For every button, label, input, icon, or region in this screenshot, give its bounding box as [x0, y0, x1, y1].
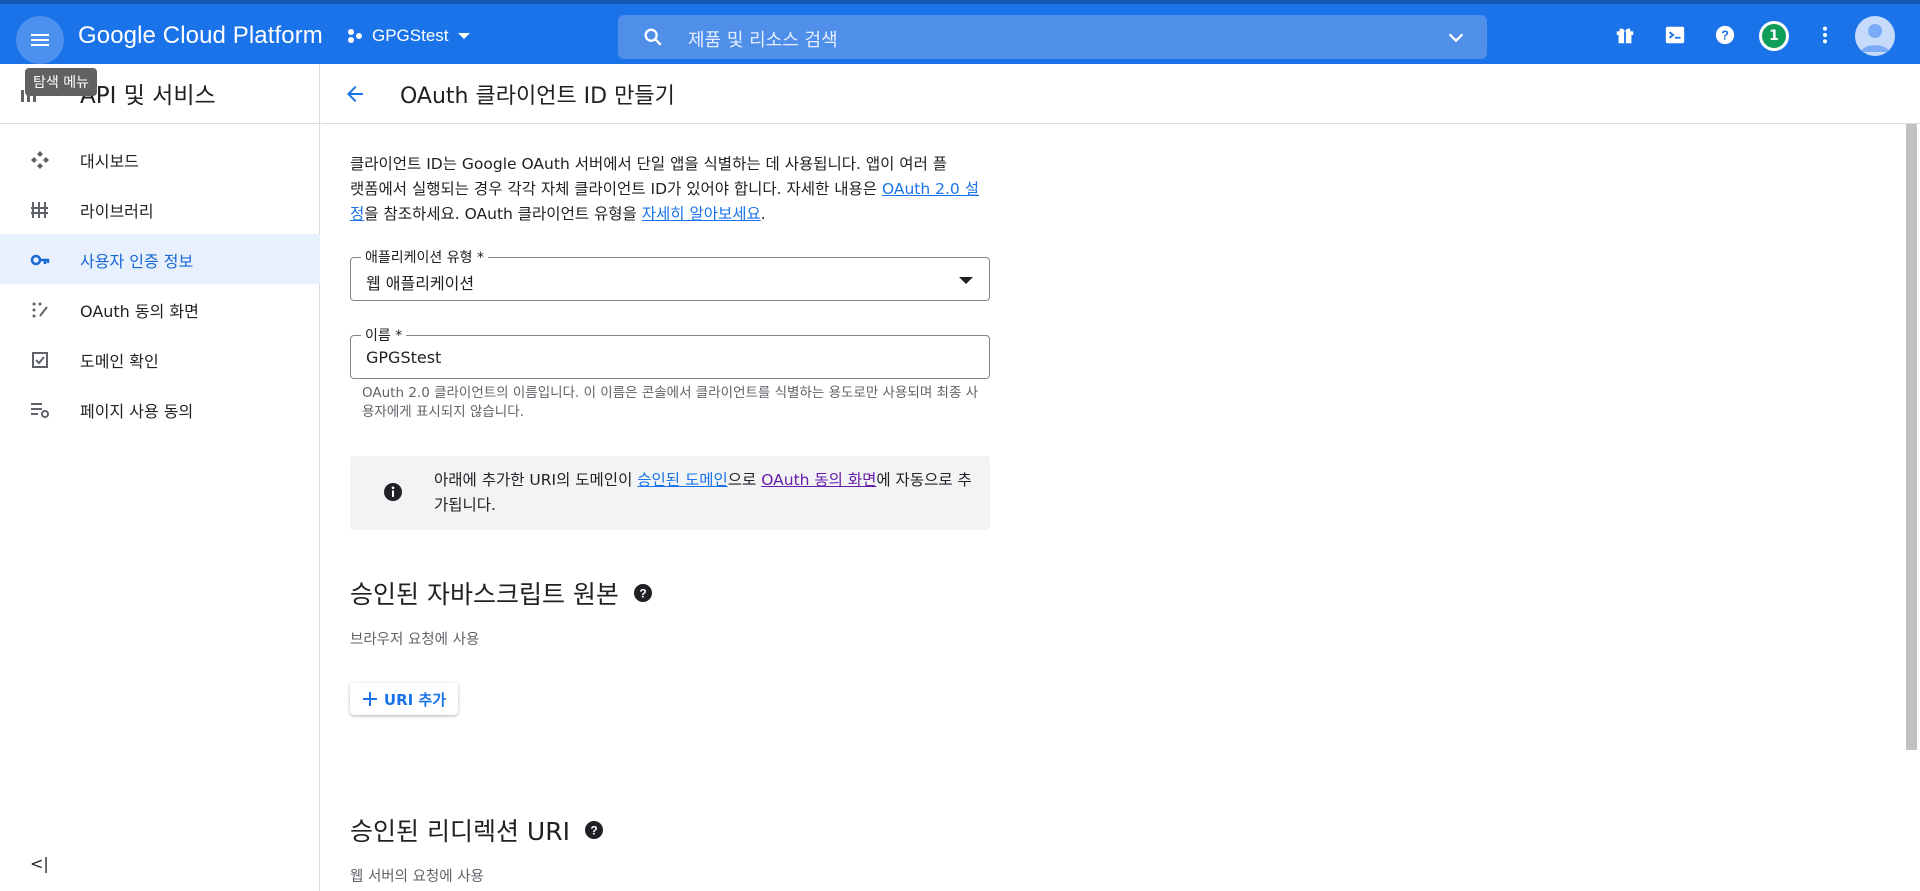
dropdown-arrow-icon: [959, 277, 973, 284]
dashboard-icon: [31, 151, 49, 169]
authorized-domains-link[interactable]: 승인된 도메인: [637, 471, 728, 489]
sidebar-item-library[interactable]: 라이브러리: [0, 184, 320, 234]
key-icon: [30, 254, 50, 266]
add-uri-label: URI 추가: [383, 690, 447, 709]
project-selector[interactable]: GPGStest: [346, 26, 471, 46]
consent-icon: [32, 302, 48, 318]
name-input[interactable]: GPGStest: [366, 348, 441, 367]
menu-icon: [31, 34, 49, 46]
js-origins-subtitle: 브라우저 요청에 사용: [350, 632, 480, 648]
application-type-select[interactable]: 애플리케이션 유형 * 웹 애플리케이션: [350, 247, 990, 301]
application-type-label: 애플리케이션 유형 *: [361, 247, 488, 267]
chevron-down-icon: [457, 33, 470, 39]
js-origins-section-title: 승인된 자바스크립트 원본 ?: [350, 575, 653, 611]
sidebar-item-label: 페이지 사용 동의: [80, 402, 194, 421]
sidebar: API 및 서비스 대시보드 라이브러리 사용자 인증 정보 OAuth 동의 …: [0, 64, 320, 891]
page-header: OAuth 클라이언트 ID 만들기: [321, 64, 1920, 124]
search-icon: [644, 28, 662, 46]
intro-line: .: [760, 205, 766, 223]
project-icon: [348, 29, 362, 43]
oauth-consent-screen-link[interactable]: OAuth 동의 화면: [761, 471, 876, 489]
add-uri-button[interactable]: URI 추가: [350, 683, 458, 715]
settings-list-icon: [31, 403, 49, 418]
search-input[interactable]: 제품 및 리소스 검색: [688, 26, 838, 52]
name-hint: OAuth 2.0 클라이언트의 이름입니다. 이 이름은 콘솔에서 클라이언트…: [362, 385, 979, 420]
sidebar-item-oauth-consent[interactable]: OAuth 동의 화면: [0, 284, 320, 334]
navigation-menu-button[interactable]: [16, 16, 64, 64]
account-avatar[interactable]: [1855, 16, 1895, 56]
help-icon[interactable]: ?: [584, 820, 604, 840]
sidebar-item-credentials[interactable]: 사용자 인증 정보: [0, 234, 320, 284]
sidebar-item-label: 사용자 인증 정보: [80, 252, 194, 271]
info-text-part: 으로: [727, 471, 762, 489]
intro-text: 클라이언트 ID는 Google OAuth 서버에서 단일 앱을 식별하는 데…: [350, 152, 990, 227]
sidebar-title: API 및 서비스: [80, 83, 216, 109]
js-origins-title: 승인된 자바스크립트 원본: [350, 580, 619, 609]
back-arrow-icon[interactable]: [343, 82, 367, 106]
redirect-uris-title: 승인된 리디렉션 URI: [350, 817, 570, 846]
help-icon[interactable]: ?: [1714, 24, 1736, 46]
redirect-uris-subtitle: 웹 서버의 요청에 사용: [350, 869, 484, 885]
page-title: OAuth 클라이언트 ID 만들기: [400, 84, 675, 109]
sidebar-item-label: 라이브러리: [80, 202, 154, 221]
svg-text:?: ?: [590, 824, 597, 838]
sidebar-item-dashboard[interactable]: 대시보드: [0, 134, 320, 184]
navigation-menu-tooltip: 탐색 메뉴: [25, 68, 97, 96]
project-name: GPGStest: [372, 26, 449, 45]
checkbox-icon: [32, 352, 48, 368]
terminal-icon[interactable]: [1664, 24, 1686, 46]
sidebar-item-page-usage-agreements[interactable]: 페이지 사용 동의: [0, 384, 320, 434]
info-text-part: 아래에 추가한 URI의 도메인이: [434, 471, 638, 489]
info-icon: [384, 483, 402, 501]
search-bar[interactable]: 제품 및 리소스 검색: [618, 15, 1487, 59]
collapse-sidebar-button[interactable]: <|: [30, 854, 49, 873]
intro-line: 랫폼에서 실행되는 경우 각각 자체 클라이언트 ID가 있어야 합니다. 자세…: [350, 180, 882, 198]
gift-icon[interactable]: [1614, 24, 1636, 46]
avatar-icon: [1861, 24, 1889, 52]
intro-line: 클라이언트 ID는 Google OAuth 서버에서 단일 앱을 식별하는 데…: [350, 155, 948, 173]
scrollbar-thumb[interactable]: [1906, 124, 1917, 750]
top-app-bar: Google Cloud Platform GPGStest 제품 및 리소스 …: [0, 0, 1920, 64]
svg-text:?: ?: [1721, 28, 1729, 43]
brand-logo[interactable]: Google Cloud Platform: [78, 22, 323, 50]
notification-badge[interactable]: 1: [1759, 21, 1789, 51]
intro-line: 을 참조하세요. OAuth 클라이언트 유형을: [364, 205, 642, 223]
info-text: 아래에 추가한 URI의 도메인이 승인된 도메인으로 OAuth 동의 화면에…: [434, 468, 974, 518]
learn-more-link[interactable]: 자세히 알아보세요: [642, 205, 761, 223]
name-field[interactable]: 이름 * GPGStest: [350, 325, 990, 379]
redirect-uris-section-title: 승인된 리디렉션 URI ?: [350, 812, 604, 848]
sidebar-item-label: 도메인 확인: [80, 352, 159, 371]
search-expand-icon[interactable]: [1445, 27, 1467, 49]
name-label: 이름 *: [361, 325, 407, 345]
plus-icon: [362, 692, 377, 706]
sidebar-item-domain-verification[interactable]: 도메인 확인: [0, 334, 320, 384]
sidebar-item-label: 대시보드: [80, 152, 139, 171]
info-banner: 아래에 추가한 URI의 도메인이 승인된 도메인으로 OAuth 동의 화면에…: [350, 456, 990, 530]
sidebar-item-label: OAuth 동의 화면: [80, 302, 199, 321]
more-vert-icon[interactable]: [1814, 24, 1836, 46]
library-icon: [31, 202, 48, 218]
help-icon[interactable]: ?: [633, 583, 653, 603]
application-type-value: 웹 애플리케이션: [366, 274, 475, 293]
svg-text:?: ?: [639, 587, 646, 601]
